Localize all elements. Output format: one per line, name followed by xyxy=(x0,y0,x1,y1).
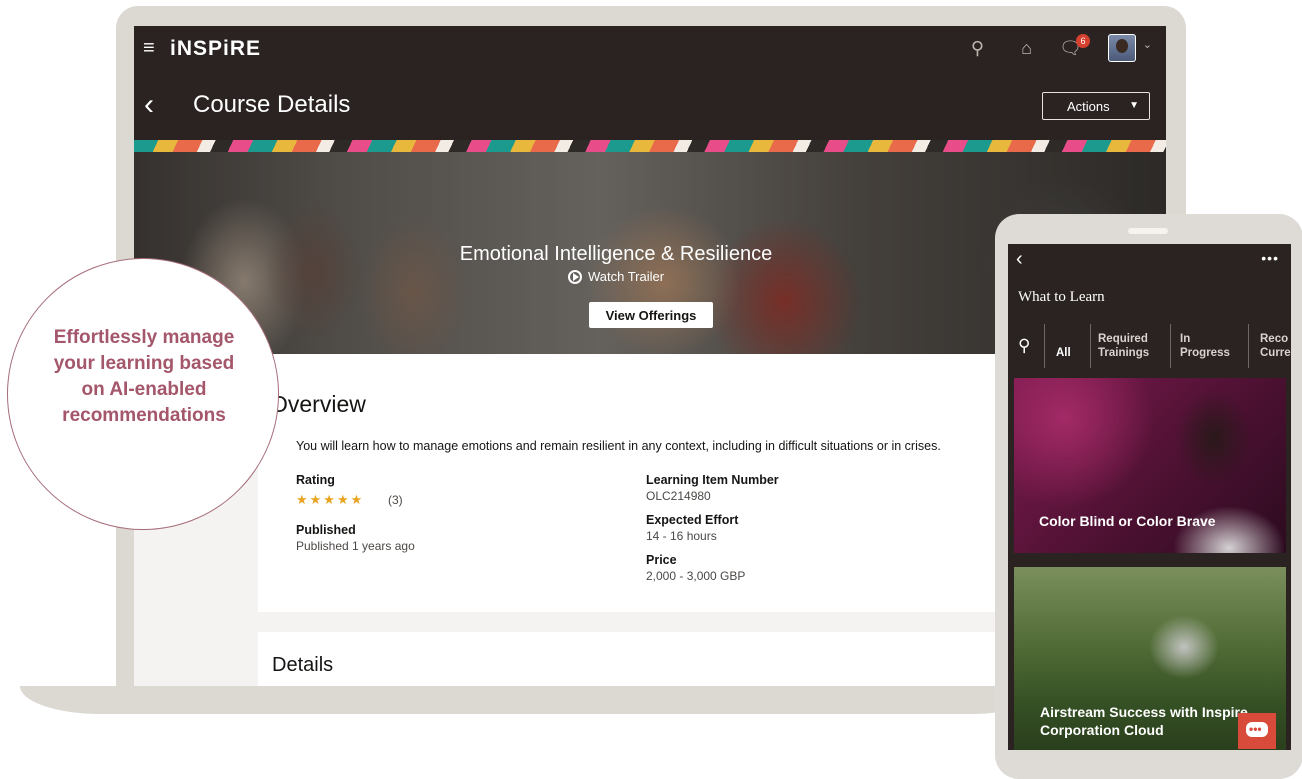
tab-divider xyxy=(1170,324,1171,368)
home-icon[interactable]: ⌂ xyxy=(1021,36,1032,60)
published-value: Published 1 years ago xyxy=(296,539,415,553)
caret-down-icon: ▼ xyxy=(1129,100,1139,111)
course-card-title: Color Blind or Color Brave xyxy=(1039,513,1216,529)
item-number-label: Learning Item Number xyxy=(646,473,779,487)
back-icon[interactable]: ‹ xyxy=(144,88,154,122)
effort-value: 14 - 16 hours xyxy=(646,529,717,543)
effort-label: Expected Effort xyxy=(646,513,739,527)
phone-speaker xyxy=(1128,228,1168,234)
chevron-down-icon[interactable]: ⌄ xyxy=(1143,38,1152,51)
details-title: Details xyxy=(272,654,334,676)
app-header: ≡ iNSPiRE ⚲ ⌂ 🗨 6 ⌄ ‹ Course Details Act… xyxy=(134,26,1166,146)
tab-divider xyxy=(1090,324,1091,368)
rating-stars: ★★★★★ xyxy=(296,492,365,507)
actions-label: Actions xyxy=(1067,99,1110,114)
brand-logo[interactable]: iNSPiRE xyxy=(170,36,261,62)
notification-badge: 6 xyxy=(1076,34,1090,48)
course-card[interactable]: Color Blind or Color Brave xyxy=(1014,378,1286,553)
search-icon[interactable]: ⚲ xyxy=(1018,336,1030,356)
back-icon[interactable]: ‹ xyxy=(1016,248,1023,270)
mobile-screen: ‹ ••• What to Learn ⚲ All Required Train… xyxy=(1008,244,1291,750)
course-card-title: Airstream Success with Inspire Corporati… xyxy=(1040,704,1248,738)
callout-text: Effortlessly manage your learning based … xyxy=(53,327,235,426)
tab-recommended[interactable]: Reco Curre xyxy=(1260,332,1291,360)
actions-button[interactable]: Actions ▼ xyxy=(1042,92,1150,120)
overview-description: You will learn how to manage emotions an… xyxy=(296,439,941,453)
tab-all[interactable]: All xyxy=(1056,346,1071,360)
header-toolbar: ⚲ ⌂ 🗨 6 ⌄ xyxy=(866,34,1166,62)
search-icon[interactable]: ⚲ xyxy=(971,36,984,60)
tab-divider xyxy=(1248,324,1249,368)
feature-callout: Effortlessly manage your learning based … xyxy=(7,258,279,530)
more-icon[interactable]: ••• xyxy=(1261,248,1279,268)
rating-label: Rating xyxy=(296,473,335,487)
chat-icon: ••• xyxy=(1249,722,1262,736)
view-offerings-button[interactable]: View Offerings xyxy=(589,302,713,328)
tab-required-trainings[interactable]: Required Trainings xyxy=(1098,332,1162,360)
play-icon xyxy=(567,270,582,284)
published-label: Published xyxy=(296,523,356,537)
hamburger-icon[interactable]: ≡ xyxy=(143,36,155,60)
chat-button[interactable]: ••• xyxy=(1238,713,1276,749)
overview-title: Overview xyxy=(270,391,366,417)
avatar[interactable] xyxy=(1108,34,1136,62)
item-number-value: OLC214980 xyxy=(646,489,711,503)
tab-in-progress[interactable]: In Progress xyxy=(1180,332,1238,360)
page-title: Course Details xyxy=(193,91,351,118)
watch-trailer-link[interactable]: Watch Trailer xyxy=(134,268,1098,286)
price-label: Price xyxy=(646,553,677,567)
course-title: Emotional Intelligence & Resilience xyxy=(459,243,773,265)
watch-trailer-label: Watch Trailer xyxy=(587,269,665,284)
mobile-tabs: ⚲ All Required Trainings In Progress Rec… xyxy=(1008,324,1291,372)
mobile-title: What to Learn xyxy=(1018,289,1105,305)
rating-count: (3) xyxy=(388,493,403,507)
laptop-base xyxy=(20,686,1050,714)
price-value: 2,000 - 3,000 GBP xyxy=(646,569,746,583)
tab-divider xyxy=(1044,324,1045,368)
